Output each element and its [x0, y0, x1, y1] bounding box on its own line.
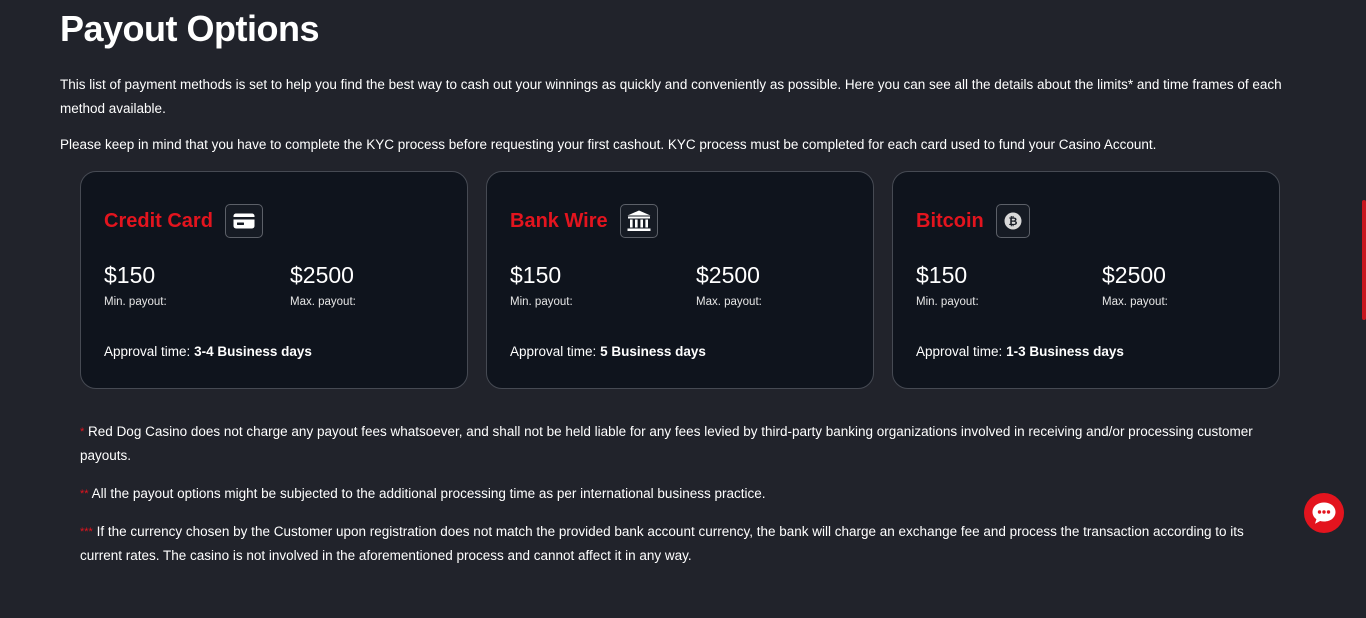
- min-payout-label: Min. payout:: [104, 296, 167, 308]
- max-payout-label: Max. payout:: [1102, 296, 1168, 308]
- footnote-marker: *: [80, 426, 85, 438]
- bank-icon: [619, 204, 658, 238]
- intro-text: This list of payment methods is set to h…: [60, 77, 1282, 116]
- footnote-text: All the payout options might be subjecte…: [91, 486, 766, 501]
- payout-options-page: Payout Options This list of payment meth…: [0, 0, 1366, 618]
- max-payout-value: $2500: [1102, 262, 1166, 288]
- footnote-marker: ***: [80, 526, 93, 538]
- approval-time: Approval time: 1-3 Business days: [916, 344, 1124, 359]
- kyc-notice: Please keep in mind that you have to com…: [60, 137, 1157, 152]
- max-payout-label: Max. payout:: [696, 296, 762, 308]
- min-payout-label: Min. payout:: [916, 296, 979, 308]
- approval-time: Approval time: 5 Business days: [510, 344, 706, 359]
- approval-label: Approval time:: [104, 344, 191, 359]
- chat-bubble-icon: [1312, 502, 1336, 524]
- footnote-fees: * Red Dog Casino does not charge any pay…: [80, 420, 1270, 468]
- svg-text:₿: ₿: [1008, 215, 1017, 228]
- min-payout-value: $150: [916, 262, 968, 288]
- card-title: Bank Wire: [510, 209, 608, 232]
- footnote-text: If the currency chosen by the Customer u…: [80, 524, 1244, 563]
- approval-label: Approval time:: [916, 344, 1003, 359]
- bank-wire-card: Bank Wire $150 $2500 Min. payout: Max. p…: [486, 171, 874, 389]
- min-payout-value: $150: [104, 262, 156, 288]
- max-payout-value: $2500: [290, 262, 354, 288]
- chat-button[interactable]: [1304, 493, 1344, 533]
- approval-value: 1-3 Business days: [1006, 344, 1124, 359]
- max-payout-label: Max. payout:: [290, 296, 356, 308]
- min-payout-value: $150: [510, 262, 562, 288]
- credit-card-card: Credit Card $150 $2500 Min. payout: Max.…: [80, 171, 468, 389]
- approval-value: 5 Business days: [600, 344, 706, 359]
- footnote-text: Red Dog Casino does not charge any payou…: [80, 424, 1253, 463]
- card-title: Bitcoin: [916, 209, 984, 232]
- footnote-processing: ** All the payout options might be subje…: [80, 482, 1270, 506]
- bitcoin-card: Bitcoin ₿ $150 $2500 Min. payout: Max. p…: [892, 171, 1280, 389]
- approval-value: 3-4 Business days: [194, 344, 312, 359]
- max-payout-value: $2500: [696, 262, 760, 288]
- footnote-currency: *** If the currency chosen by the Custom…: [80, 520, 1270, 568]
- footnote-marker: **: [80, 488, 89, 500]
- page-title: Payout Options: [60, 8, 320, 49]
- approval-time: Approval time: 3-4 Business days: [104, 344, 312, 359]
- card-title: Credit Card: [104, 209, 213, 232]
- bitcoin-icon: ₿: [995, 204, 1030, 238]
- min-payout-label: Min. payout:: [510, 296, 573, 308]
- scrollbar-thumb[interactable]: [1362, 200, 1366, 320]
- approval-label: Approval time:: [510, 344, 597, 359]
- credit-card-icon: [224, 204, 263, 238]
